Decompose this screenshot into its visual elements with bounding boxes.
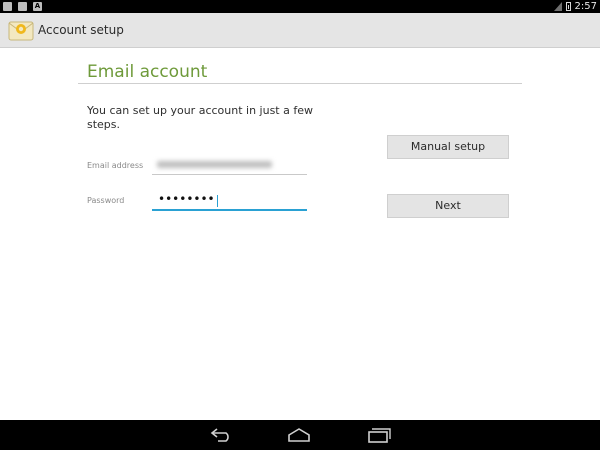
next-button[interactable]: Next xyxy=(387,194,509,218)
back-icon[interactable] xyxy=(210,427,234,443)
password-label: Password xyxy=(87,196,125,205)
manual-setup-button[interactable]: Manual setup xyxy=(387,135,509,159)
battery-icon xyxy=(565,2,571,11)
email-app-icon[interactable] xyxy=(8,20,34,41)
photos-notification-icon xyxy=(18,2,27,11)
section-title: Email account xyxy=(87,62,208,82)
gallery-notification-icon xyxy=(3,2,12,11)
notification-icons: A xyxy=(3,2,42,11)
recent-apps-icon[interactable] xyxy=(367,427,391,443)
home-icon[interactable] xyxy=(287,428,311,442)
action-bar: Account setup xyxy=(0,13,600,48)
password-field[interactable]: •••••••• xyxy=(152,192,307,211)
intro-text: You can set up your account in just a fe… xyxy=(87,104,313,131)
email-field[interactable] xyxy=(152,157,307,175)
page-title: Account setup xyxy=(38,23,124,37)
signal-icon xyxy=(553,2,562,11)
system-icons: 2:57 xyxy=(553,0,597,13)
clock: 2:57 xyxy=(574,1,597,12)
status-bar: A 2:57 xyxy=(0,0,600,13)
password-value: •••••••• xyxy=(158,192,215,206)
email-label: Email address xyxy=(87,161,144,170)
email-value-obscured xyxy=(157,161,272,168)
text-cursor xyxy=(217,195,218,207)
divider xyxy=(78,83,522,84)
font-notification-icon: A xyxy=(33,2,42,11)
navigation-bar xyxy=(0,420,600,450)
